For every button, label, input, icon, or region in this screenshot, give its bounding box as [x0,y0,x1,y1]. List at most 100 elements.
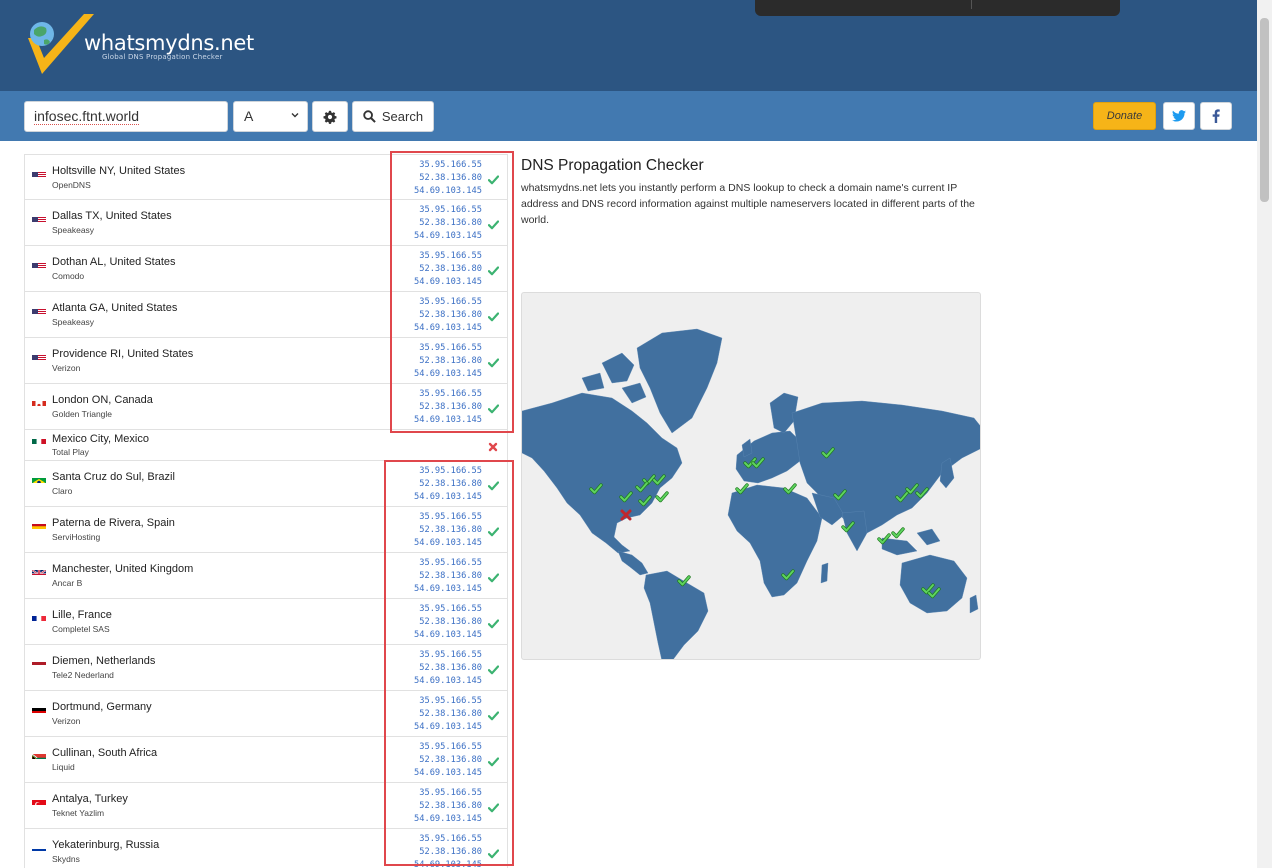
result-ip[interactable]: 35.95.166.55 [414,159,482,172]
settings-button[interactable] [312,101,348,132]
result-provider: Verizon [52,716,81,726]
results-list: Holtsville NY, United States OpenDNS 35.95… [24,154,508,868]
result-row[interactable]: Yekaterinburg, Russia Skydns 35.95.166.55 5… [24,829,508,868]
result-ip[interactable]: 54.69.103.145 [414,230,482,243]
result-ip[interactable]: 52.38.136.80 [414,217,482,230]
map-check-marker [783,483,797,495]
result-provider: Teknet Yazlim [52,808,105,818]
result-ip[interactable]: 52.38.136.80 [414,662,482,675]
result-ip[interactable]: 54.69.103.145 [414,629,482,642]
result-row[interactable]: Manchester, United Kingdom Ancar B 35.95.1… [24,553,508,599]
result-ip[interactable]: 54.69.103.145 [414,859,482,868]
result-ip[interactable]: 54.69.103.145 [414,813,482,826]
check-icon [487,800,500,813]
result-ip[interactable]: 54.69.103.145 [414,491,482,504]
result-ip[interactable]: 52.38.136.80 [414,524,482,537]
check-icon [487,846,500,859]
result-ip-list: 35.95.166.55 52.38.136.80 54.69.103.145 [414,296,482,335]
result-ip[interactable]: 35.95.166.55 [414,388,482,401]
search-button[interactable]: Search [352,101,434,132]
result-row[interactable]: Cullinan, South Africa Liquid 35.95.166.55… [24,737,508,783]
twitter-button[interactable] [1163,102,1195,130]
result-ip[interactable]: 52.38.136.80 [414,263,482,276]
result-row[interactable]: Antalya, Turkey Teknet Yazlim 35.95.166.55… [24,783,508,829]
result-row[interactable]: Dortmund, Germany Verizon 35.95.166.55 52.3… [24,691,508,737]
scrollbar-thumb[interactable] [1260,18,1269,202]
result-ip[interactable]: 35.95.166.55 [414,833,482,846]
result-row[interactable]: Mexico City, Mexico Total Play [24,430,508,461]
result-ip[interactable]: 52.38.136.80 [414,309,482,322]
result-ip[interactable]: 54.69.103.145 [414,537,482,550]
result-row[interactable]: Diemen, Netherlands Tele2 Nederland 35.95.… [24,645,508,691]
result-ip[interactable]: 54.69.103.145 [414,322,482,335]
result-location: Antalya, Turkey [52,793,128,805]
map-fail-marker [620,509,632,521]
result-location: Lille, France [52,609,112,621]
result-location: Cullinan, South Africa [52,747,158,759]
brand-name[interactable]: whatsmydns.net [84,31,254,55]
result-ip[interactable]: 54.69.103.145 [414,185,482,198]
result-ip[interactable]: 35.95.166.55 [414,787,482,800]
result-ip[interactable]: 35.95.166.55 [414,342,482,355]
result-row[interactable]: London ON, Canada Golden Triangle 35.95.16… [24,384,508,430]
result-ip[interactable]: 54.69.103.145 [414,368,482,381]
result-ip[interactable]: 35.95.166.55 [414,695,482,708]
result-row[interactable]: Dothan AL, United States Comodo 35.95.166.… [24,246,508,292]
result-ip-list: 35.95.166.55 52.38.136.80 54.69.103.145 [414,557,482,596]
record-type-select[interactable]: A [233,101,308,132]
result-ip[interactable]: 52.38.136.80 [414,172,482,185]
map-check-marker [821,447,835,459]
result-ip[interactable]: 54.69.103.145 [414,721,482,734]
page-description: whatsmydns.net lets you instantly perfor… [521,182,975,226]
result-row[interactable]: Santa Cruz do Sul, Brazil Claro 35.95.166.… [24,461,508,507]
result-ip[interactable]: 35.95.166.55 [414,557,482,570]
result-row[interactable]: Holtsville NY, United States OpenDNS 35.95… [24,154,508,200]
flag-us-icon [32,305,46,314]
facebook-button[interactable] [1200,102,1232,130]
twitter-icon [1172,110,1186,122]
result-row[interactable]: Providence RI, United States Verizon 35.95… [24,338,508,384]
result-provider: Total Play [52,447,89,457]
flag-tr-icon [32,796,46,805]
result-location: Mexico City, Mexico [52,433,149,445]
result-ip[interactable]: 52.38.136.80 [414,570,482,583]
result-ip[interactable]: 52.38.136.80 [414,616,482,629]
result-ip[interactable]: 54.69.103.145 [414,414,482,427]
result-ip[interactable]: 35.95.166.55 [414,649,482,662]
result-ip[interactable]: 54.69.103.145 [414,767,482,780]
result-ip[interactable]: 35.95.166.55 [414,465,482,478]
result-ip[interactable]: 35.95.166.55 [414,296,482,309]
result-ip[interactable]: 52.38.136.80 [414,846,482,859]
flag-us-icon [32,351,46,360]
flag-de-icon [32,704,46,713]
map-check-marker [638,495,652,507]
result-ip[interactable]: 52.38.136.80 [414,800,482,813]
result-ip[interactable]: 52.38.136.80 [414,478,482,491]
donate-button[interactable]: Donate [1093,102,1156,130]
result-ip[interactable]: 52.38.136.80 [414,355,482,368]
result-ip-list: 35.95.166.55 52.38.136.80 54.69.103.145 [414,603,482,642]
domain-input[interactable]: infosec.ftnt.world [24,101,228,132]
result-ip-list: 35.95.166.55 52.38.136.80 54.69.103.145 [414,342,482,381]
world-map[interactable] [521,292,981,660]
result-provider: Liquid [52,762,75,772]
result-ip[interactable]: 35.95.166.55 [414,204,482,217]
result-ip[interactable]: 52.38.136.80 [414,708,482,721]
result-row[interactable]: Paterna de Rivera, Spain ServiHosting 35.9… [24,507,508,553]
result-location: Providence RI, United States [52,348,194,360]
result-ip[interactable]: 54.69.103.145 [414,675,482,688]
result-row[interactable]: Lille, France Completel SAS 35.95.166.55 52… [24,599,508,645]
result-ip[interactable]: 35.95.166.55 [414,741,482,754]
result-ip[interactable]: 35.95.166.55 [414,603,482,616]
result-ip[interactable]: 52.38.136.80 [414,401,482,414]
result-row[interactable]: Atlanta GA, United States Speakeasy 35.95.… [24,292,508,338]
map-markers-layer [589,447,941,599]
result-ip[interactable]: 52.38.136.80 [414,754,482,767]
result-ip[interactable]: 54.69.103.145 [414,583,482,596]
result-ip[interactable]: 35.95.166.55 [414,511,482,524]
result-provider: Claro [52,486,73,496]
map-check-marker [589,483,603,495]
result-ip[interactable]: 54.69.103.145 [414,276,482,289]
result-ip[interactable]: 35.95.166.55 [414,250,482,263]
result-row[interactable]: Dallas TX, United States Speakeasy 35.95.1… [24,200,508,246]
